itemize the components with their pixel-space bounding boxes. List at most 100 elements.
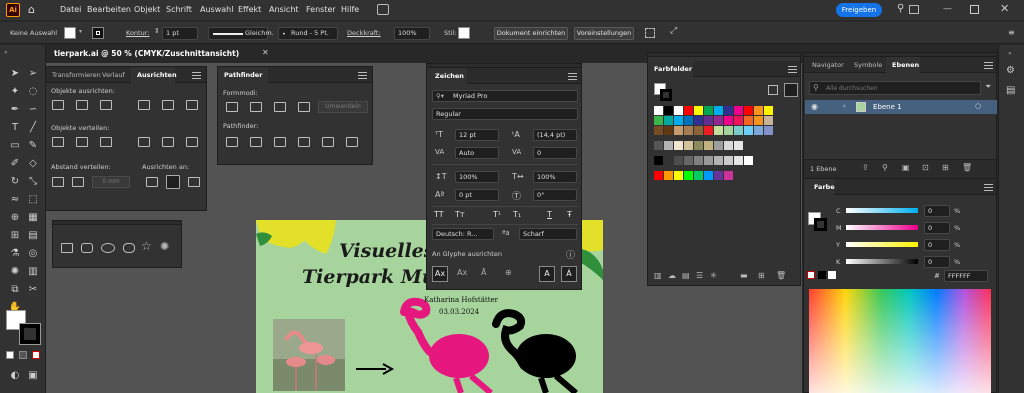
distribute-hcenter-icon[interactable] (162, 137, 174, 147)
menu-edit[interactable]: Bearbeiten (87, 5, 131, 14)
tab-transform[interactable]: Transformieren (52, 71, 101, 79)
align-vertical-center-icon[interactable] (162, 100, 174, 110)
panel-grip[interactable] (648, 53, 800, 57)
lasso-tool-icon[interactable]: ◌ (26, 85, 40, 99)
swatch[interactable] (704, 141, 713, 150)
tab-close-icon[interactable]: ✕ (262, 48, 269, 57)
color-group-icon[interactable]: ✳ (710, 271, 717, 280)
swatch[interactable] (664, 106, 673, 115)
character-rotation-field[interactable]: 0° (533, 189, 577, 201)
swatch[interactable] (724, 126, 733, 135)
stroke-stepper-icon[interactable]: ⇕ (154, 27, 160, 35)
unite-icon[interactable] (226, 102, 238, 112)
swatch[interactable] (704, 126, 713, 135)
swatch[interactable] (664, 156, 673, 165)
underline-button[interactable]: T (547, 210, 552, 219)
fill-swatch[interactable] (64, 27, 76, 39)
layers-search-field[interactable]: ⚲ Alle durchsuchen (809, 81, 981, 95)
swatch[interactable] (704, 106, 713, 115)
color-mode-icon[interactable] (6, 351, 14, 359)
black-swatch[interactable] (818, 271, 826, 279)
properties-icon[interactable]: ⚙ (1006, 65, 1015, 76)
tab-layers[interactable]: Ebenen (892, 61, 919, 69)
swatch[interactable] (684, 141, 693, 150)
rectangle-shape-icon[interactable] (61, 243, 73, 253)
spacing-field[interactable]: 0 mm (92, 176, 130, 188)
align-to-icon[interactable] (645, 28, 655, 38)
polygon-shape-icon[interactable] (123, 243, 135, 253)
vertical-scale-field[interactable]: 100% (455, 171, 499, 183)
menu-select[interactable]: Auswahl (200, 5, 233, 14)
language-select[interactable]: Deutsch: R... (432, 228, 494, 240)
stroke-weight-field[interactable]: 1 pt (162, 27, 198, 40)
stroke-color-box[interactable] (19, 323, 41, 345)
small-caps-button[interactable]: Tт (455, 210, 465, 219)
export-icon[interactable]: ⇪ (862, 163, 869, 172)
trim-icon[interactable] (250, 137, 262, 147)
swatch[interactable] (744, 106, 753, 115)
menu-type[interactable]: Schrift (166, 5, 192, 14)
swatch[interactable] (674, 106, 683, 115)
layer-row[interactable]: ◉ › Ebene 1 ○ (805, 100, 997, 114)
stroke-label[interactable]: Kontur: (126, 29, 149, 37)
none-swatch[interactable] (807, 271, 815, 279)
none-mode-icon[interactable] (32, 351, 40, 359)
panel-menu-icon[interactable] (984, 184, 993, 191)
divide-icon[interactable] (226, 137, 238, 147)
controlbar-menu-icon[interactable]: ≡ (1008, 28, 1015, 37)
align-to-artboard-icon[interactable] (188, 177, 200, 187)
scale-tool-icon[interactable]: ⤡ (26, 175, 40, 189)
slice-tool-icon[interactable]: ✂ (26, 283, 40, 297)
swatch[interactable] (664, 171, 673, 180)
swatch[interactable] (714, 116, 723, 125)
tab-character[interactable]: Zeichen (435, 72, 464, 80)
snap-baseline-icon[interactable]: Ax (432, 266, 448, 282)
transform-icon[interactable]: ⤢ (670, 26, 677, 36)
star-shape-icon[interactable]: ☆ (141, 239, 152, 253)
swatch[interactable] (704, 116, 713, 125)
draw-mode-icon[interactable]: ◐ (8, 369, 22, 383)
swatch[interactable] (714, 126, 723, 135)
style-swatch[interactable] (458, 27, 470, 39)
libraries-icon[interactable]: ▤ (1006, 85, 1015, 96)
align-left-icon[interactable] (52, 100, 64, 110)
swatch[interactable] (714, 106, 723, 115)
swatch[interactable] (764, 126, 773, 135)
locate-object-icon[interactable]: ⚲ (882, 163, 888, 172)
menu-window[interactable]: Fenster (306, 5, 336, 14)
channel-value-k[interactable]: 0 (924, 256, 950, 268)
swatch[interactable] (724, 116, 733, 125)
panel-menu-icon[interactable] (568, 73, 577, 80)
collapse-strip-icon[interactable]: « (1008, 50, 1012, 57)
align-top-icon[interactable] (138, 100, 150, 110)
panel-grip[interactable] (53, 221, 181, 225)
target-circle-icon[interactable]: ○ (975, 102, 981, 110)
color-spectrum[interactable] (809, 289, 991, 393)
channel-slider-m[interactable] (846, 225, 918, 230)
pen-tool-icon[interactable]: ✒ (8, 103, 22, 117)
panel-menu-icon[interactable] (192, 72, 201, 79)
opacity-label[interactable]: Deckkraft: (347, 29, 381, 37)
hex-field[interactable]: FFFFFF (944, 270, 988, 282)
tab-pathfinder[interactable]: Pathfinder (224, 71, 262, 79)
distribute-hspace-icon[interactable] (72, 177, 84, 187)
swatch[interactable] (764, 116, 773, 125)
crop-icon[interactable] (298, 137, 310, 147)
type-tool-icon[interactable]: T (8, 121, 22, 135)
list-view-icon[interactable] (768, 85, 778, 95)
panel-menu-icon[interactable] (788, 66, 797, 73)
channel-slider-y[interactable] (846, 242, 918, 247)
fill-dropdown-icon[interactable]: ▾ (79, 28, 82, 35)
swatch[interactable] (674, 156, 683, 165)
swatch[interactable] (674, 171, 683, 180)
delete-swatch-icon[interactable]: 🗑 (776, 271, 786, 280)
swatch[interactable] (714, 141, 723, 150)
swatch[interactable] (754, 106, 763, 115)
new-sublayer-icon[interactable]: ⊡ (922, 163, 929, 172)
tab-color[interactable]: Farbe (814, 183, 835, 191)
tab-symbols[interactable]: Symbole (854, 61, 882, 69)
new-color-group-icon[interactable]: ▬ (740, 271, 748, 280)
swatch[interactable] (684, 156, 693, 165)
channel-value-m[interactable]: 0 (924, 222, 950, 234)
panel-menu-icon[interactable] (984, 62, 993, 69)
